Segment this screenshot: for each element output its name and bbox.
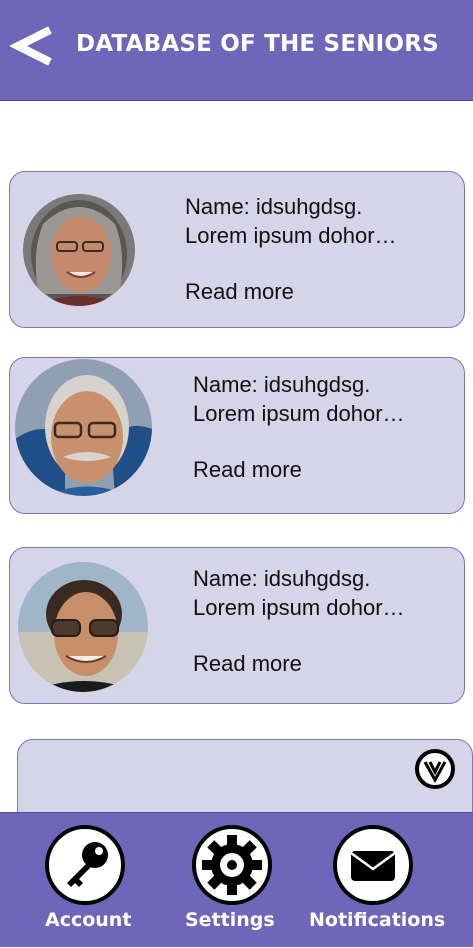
nav-label-settings: Settings <box>185 909 275 931</box>
read-more-link[interactable]: Read more <box>193 457 302 483</box>
senior-card-3[interactable]: Name: idsuhgdsg. Lorem ipsum dohor… Read… <box>9 547 465 704</box>
nav-settings[interactable]: Settings <box>160 813 310 948</box>
nav-label-account: Account <box>45 909 132 931</box>
page-title: DATABASE OF THE SENIORS <box>76 31 439 57</box>
nav-notifications[interactable]: Notifications <box>303 813 463 948</box>
nav-label-notifications: Notifications <box>309 909 446 931</box>
read-more-link[interactable]: Read more <box>193 651 302 677</box>
senior-avatar <box>15 359 152 496</box>
senior-description: Lorem ipsum dohor… <box>185 223 397 248</box>
read-more-link[interactable]: Read more <box>185 279 294 305</box>
senior-name: Name: idsuhgdsg. <box>193 566 371 591</box>
senior-card-2[interactable]: Name: idsuhgdsg. Lorem ipsum dohor… Read… <box>9 357 465 514</box>
senior-card-1[interactable]: Name: idsuhgdsg. Lorem ipsum dohor… Read… <box>9 171 465 328</box>
senior-name: Name: idsuhgdsg. <box>193 372 371 397</box>
senior-description: Lorem ipsum dohor… <box>193 595 405 620</box>
bottom-nav: Account Settings Notifications <box>0 812 473 947</box>
app-header: DATABASE OF THE SENIORS <box>0 0 473 101</box>
back-icon[interactable] <box>10 26 56 66</box>
expand-down-icon[interactable] <box>414 748 456 790</box>
senior-avatar <box>18 562 148 692</box>
envelope-icon <box>333 825 413 905</box>
senior-name: Name: idsuhgdsg. <box>185 194 363 219</box>
senior-description: Lorem ipsum dohor… <box>193 401 405 426</box>
nav-account[interactable]: Account <box>14 813 164 948</box>
gear-icon <box>192 825 272 905</box>
senior-avatar <box>23 194 135 306</box>
key-icon <box>45 825 125 905</box>
